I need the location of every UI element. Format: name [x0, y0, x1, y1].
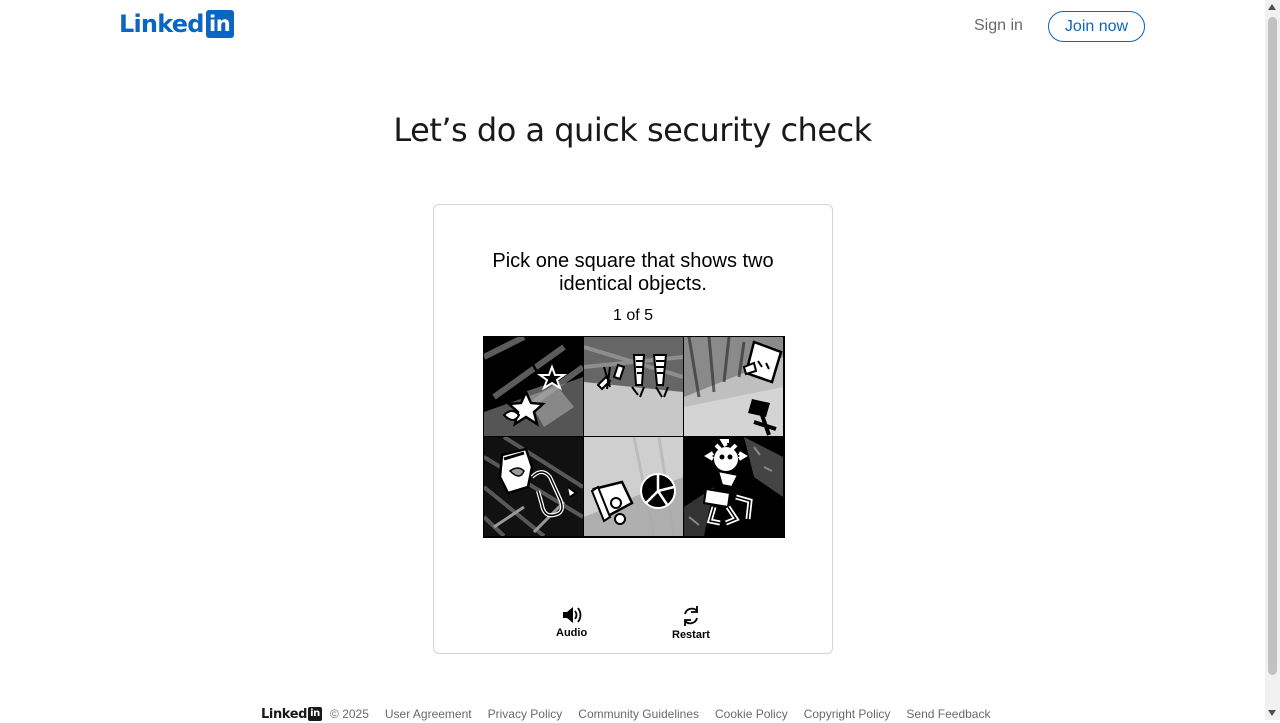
captcha-prompt-line-1: Pick one square that shows two: [492, 250, 774, 272]
footer-link-privacy-policy[interactable]: Privacy Policy: [488, 707, 563, 721]
bucket-roller-image: [684, 337, 783, 436]
footer-copyright: © 2025: [330, 707, 369, 721]
join-now-button[interactable]: Join now: [1048, 11, 1145, 42]
cup-pie-image: [584, 437, 683, 536]
footer-link-copyright-policy[interactable]: Copyright Policy: [804, 707, 891, 721]
footer-link-cookie-policy[interactable]: Cookie Policy: [715, 707, 788, 721]
sign-in-link[interactable]: Sign in: [962, 10, 1035, 42]
restart-label: Restart: [672, 629, 710, 641]
footer-logo-wordmark: Linked: [261, 706, 308, 722]
footer-linkedin-logo: Linked in: [261, 706, 323, 722]
scroll-up-arrow-icon[interactable]: [1268, 4, 1276, 10]
page-title: Let’s do a quick security check: [393, 111, 872, 149]
captcha-tile-4[interactable]: [484, 437, 583, 536]
moon-stars-image: [484, 337, 583, 436]
captcha-progress-counter: 1 of 5: [612, 307, 654, 324]
captcha-prompt-line-2: identical objects.: [559, 273, 707, 295]
bottles-image: [584, 337, 683, 436]
footer-link-community-guidelines[interactable]: Community Guidelines: [578, 707, 699, 721]
footer-link-user-agreement[interactable]: User Agreement: [385, 707, 472, 721]
captcha-prompt: Pick one square that shows two identical…: [434, 250, 832, 296]
scrollbar-thumb[interactable]: [1268, 17, 1277, 675]
audio-challenge-button[interactable]: Audio: [556, 605, 587, 639]
footer-link-send-feedback[interactable]: Send Feedback: [906, 707, 990, 721]
jar-paperclip-image: [484, 437, 583, 536]
speaker-icon: [562, 607, 581, 623]
captcha-tile-5[interactable]: [584, 437, 683, 536]
captcha-card: Pick one square that shows two identical…: [433, 204, 833, 654]
captcha-tile-3[interactable]: [684, 337, 783, 436]
scroll-down-arrow-icon[interactable]: [1268, 710, 1276, 716]
footer: Linked in © 2025 User Agreement Privacy P…: [261, 705, 1006, 723]
restart-button[interactable]: Restart: [672, 605, 710, 641]
restart-icon: [684, 606, 698, 626]
captcha-tile-1[interactable]: [484, 337, 583, 436]
captcha-tile-2[interactable]: [584, 337, 683, 436]
audio-label: Audio: [556, 627, 588, 639]
linkedin-logo[interactable]: Linked in: [119, 10, 234, 38]
logo-wordmark: Linked: [119, 10, 204, 38]
captcha-image-grid: [483, 336, 785, 538]
footer-logo-in-box: in: [308, 707, 323, 721]
flower-robot-image: [684, 437, 783, 536]
page-scrollbar[interactable]: [1265, 0, 1280, 720]
captcha-tile-6[interactable]: [684, 437, 783, 536]
logo-in-box: in: [205, 10, 234, 38]
